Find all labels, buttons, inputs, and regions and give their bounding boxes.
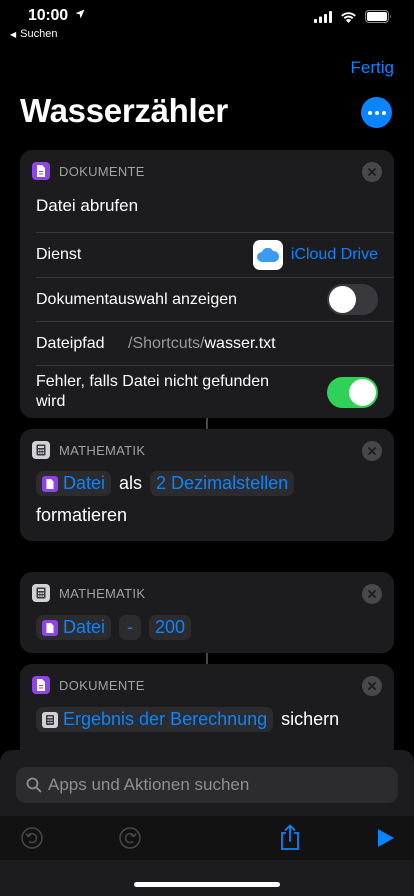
action-header: MATHEMATIK (32, 584, 145, 602)
param-row-file-path[interactable]: Dateipfad /Shortcuts/wasser.txt (36, 321, 394, 365)
redo-icon (119, 827, 141, 849)
redo-button[interactable] (118, 826, 142, 850)
action-card-get-file[interactable]: DOKUMENTE Datei abrufen Dienst iCloud Dr… (20, 150, 394, 418)
action-category: MATHEMATIK (59, 585, 146, 601)
status-time: 10:00 (28, 7, 68, 24)
action-header: DOKUMENTE (32, 162, 145, 180)
remove-action-button[interactable] (362, 676, 382, 696)
action-sentence: Datei - 200 (36, 615, 192, 640)
undo-button[interactable] (20, 826, 44, 850)
document-icon (42, 475, 58, 492)
home-indicator (134, 882, 280, 887)
service-value: iCloud Drive (290, 246, 378, 263)
file-path-field[interactable]: /Shortcuts/wasser.txt (128, 335, 276, 353)
calculator-icon (32, 441, 50, 459)
more-options-button[interactable] (361, 97, 392, 128)
cellular-signal-icon (314, 10, 332, 23)
action-card-calculate[interactable]: MATHEMATIK Datei - 200 (20, 572, 394, 653)
document-picker-toggle[interactable] (327, 284, 378, 315)
share-button[interactable] (278, 822, 302, 852)
document-icon (42, 619, 58, 636)
action-card-format-number[interactable]: MATHEMATIK Datei als 2 Dezimalstellen fo… (20, 429, 394, 541)
close-icon (368, 682, 376, 690)
variable-token[interactable]: Datei (36, 615, 112, 640)
action-sentence: Ergebnis der Berechnung sichern (36, 707, 339, 732)
close-icon (368, 590, 376, 598)
status-indicators (314, 10, 392, 23)
status-bar: 10:00 ◀ Suchen (0, 0, 414, 44)
search-input[interactable] (48, 775, 368, 795)
wifi-icon (341, 11, 356, 23)
action-connector (206, 418, 208, 429)
search-icon (26, 777, 42, 793)
ellipsis-icon (367, 110, 386, 115)
remove-action-button[interactable] (362, 162, 382, 182)
service-picker[interactable]: iCloud Drive (252, 240, 378, 270)
close-icon (368, 168, 376, 176)
remove-action-button[interactable] (362, 441, 382, 461)
undo-icon (21, 827, 43, 849)
icloud-icon (252, 240, 283, 270)
remove-action-button[interactable] (362, 584, 382, 604)
share-icon (281, 824, 299, 850)
decimal-places-token[interactable]: 2 Dezimalstellen (150, 471, 295, 496)
action-sentence: formatieren (36, 505, 127, 526)
play-icon (378, 829, 394, 847)
error-if-missing-toggle[interactable] (327, 376, 378, 408)
done-button[interactable]: Fertig (351, 58, 394, 78)
bottom-toolbar (0, 816, 414, 860)
battery-icon (365, 10, 391, 23)
param-label: Dokumentauswahl anzeigen (36, 290, 238, 308)
action-category: DOKUMENTE (59, 677, 145, 693)
param-label: Dateipfad (36, 334, 105, 352)
variable-token[interactable]: Datei (36, 471, 112, 496)
calculator-icon (32, 584, 50, 602)
sentence-word: formatieren (36, 505, 128, 525)
back-to-search-button[interactable]: ◀ Suchen (10, 28, 57, 40)
operator-token[interactable]: - (119, 615, 142, 640)
action-sentence: Datei als 2 Dezimalstellen (36, 471, 295, 496)
sentence-word: sichern (281, 709, 340, 729)
page-title: Wasserzähler (20, 92, 228, 129)
search-field[interactable] (16, 767, 398, 803)
back-triangle-icon: ◀ (10, 29, 17, 39)
location-arrow-icon (75, 9, 85, 19)
operand-token[interactable]: 200 (149, 615, 192, 640)
param-row-error: Fehler, falls Datei nicht gefunden wird (36, 365, 394, 418)
sentence-word: als (119, 473, 143, 493)
action-title: Datei abrufen (36, 196, 139, 215)
action-header: MATHEMATIK (32, 441, 145, 459)
calculator-icon (42, 711, 58, 728)
param-label: Fehler, falls Datei nicht gefunden wird (36, 373, 270, 410)
document-icon (32, 676, 50, 694)
actions-sheet (0, 750, 414, 896)
action-category: DOKUMENTE (59, 163, 145, 179)
close-icon (368, 447, 376, 455)
param-row-service[interactable]: Dienst iCloud Drive (36, 232, 394, 277)
action-category: MATHEMATIK (59, 442, 146, 458)
variable-token[interactable]: Ergebnis der Berechnung (36, 707, 274, 732)
param-label: Dienst (36, 246, 82, 263)
param-row-document-picker: Dokumentauswahl anzeigen (36, 277, 394, 321)
action-header: DOKUMENTE (32, 676, 145, 694)
back-label: Suchen (20, 28, 58, 40)
action-connector (206, 653, 208, 664)
document-icon (32, 162, 50, 180)
run-button[interactable] (374, 826, 398, 850)
